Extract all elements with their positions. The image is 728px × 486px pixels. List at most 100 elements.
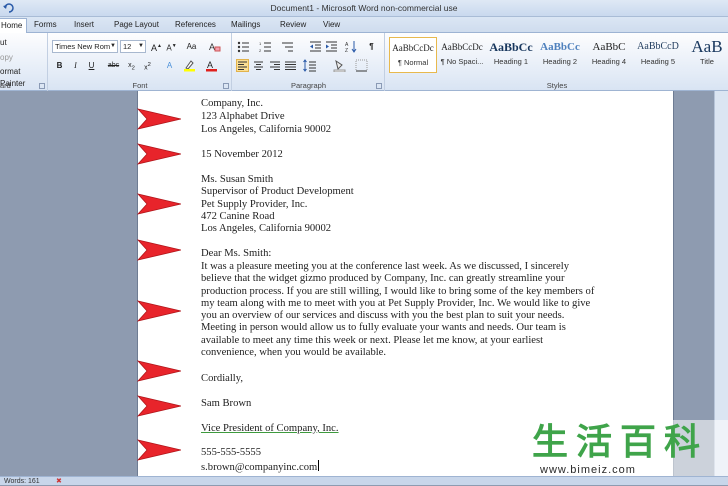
recipient-name: Ms. Susan Smith bbox=[201, 174, 274, 185]
shrink-font-icon[interactable]: A▼ bbox=[165, 40, 178, 53]
superscript-icon[interactable]: x2 bbox=[141, 59, 154, 72]
underline-icon[interactable]: U bbox=[85, 59, 98, 72]
clear-formatting-icon[interactable]: A bbox=[208, 40, 221, 53]
font-size-value: 12 bbox=[123, 42, 132, 51]
red-arrow-icon bbox=[137, 439, 181, 461]
font-name-value: Times New Rom bbox=[55, 42, 111, 51]
red-arrow-icon bbox=[137, 300, 181, 322]
highlight-icon[interactable] bbox=[183, 59, 196, 72]
clipboard-launcher-icon[interactable] bbox=[39, 83, 45, 89]
red-arrow-icon bbox=[137, 108, 181, 130]
body-line: believe that the widget gizmo produced b… bbox=[201, 273, 565, 284]
style-heading-2[interactable]: AaBbCc Heading 2 bbox=[536, 37, 584, 73]
tab-page-layout[interactable]: Page Layout bbox=[110, 18, 163, 33]
sender-city: Los Angeles, California 90002 bbox=[201, 124, 332, 135]
multilevel-list-icon[interactable] bbox=[281, 40, 294, 53]
copy-button[interactable]: opy bbox=[0, 52, 13, 64]
window-title: Document1 - Microsoft Word non-commercia… bbox=[270, 3, 458, 13]
bold-icon[interactable]: B bbox=[53, 59, 66, 72]
styles-label: Styles bbox=[546, 81, 568, 90]
paragraph-launcher-icon[interactable] bbox=[376, 83, 382, 89]
watermark: 生活百科 www.bimeiz.com bbox=[524, 420, 728, 480]
style-normal[interactable]: AaBbCcDc ¶ Normal bbox=[389, 37, 437, 73]
word-count[interactable]: Words: 161 bbox=[4, 478, 40, 485]
align-right-icon[interactable] bbox=[268, 59, 281, 72]
justify-icon[interactable] bbox=[284, 59, 297, 72]
body-line: you an overview of our services and disc… bbox=[201, 310, 565, 321]
svg-text:Z: Z bbox=[345, 48, 348, 53]
watermark-chars: 生活百科 bbox=[532, 421, 709, 462]
bullets-icon[interactable] bbox=[237, 40, 250, 53]
body-line: Meeting in person would allow us to full… bbox=[201, 322, 566, 333]
svg-text:A: A bbox=[207, 60, 213, 70]
signature-name: Sam Brown bbox=[201, 398, 252, 409]
style-heading-1[interactable]: AaBbCc Heading 1 bbox=[487, 37, 535, 73]
ribbon: ut opy ormat Painter ard Times New Rom ▼ … bbox=[0, 33, 728, 91]
style-heading-4[interactable]: AaBbC Heading 4 bbox=[585, 37, 633, 73]
change-case-icon[interactable]: Aa bbox=[185, 40, 198, 53]
status-bar: Words: 161 ✖ bbox=[0, 476, 728, 485]
tab-forms[interactable]: Forms bbox=[30, 18, 61, 33]
body-line: my team along with me to meet with you a… bbox=[201, 298, 591, 309]
font-color-icon[interactable]: A bbox=[205, 59, 218, 72]
cut-button[interactable]: ut bbox=[0, 37, 7, 49]
sort-icon[interactable]: AZ bbox=[345, 40, 358, 54]
show-paragraph-marks-icon[interactable]: ¶ bbox=[365, 40, 378, 53]
style-title[interactable]: AaB Title bbox=[683, 37, 728, 73]
tab-home[interactable]: Home bbox=[0, 18, 28, 33]
numbering-icon[interactable]: 12 bbox=[259, 40, 272, 53]
red-arrow-icon bbox=[137, 360, 181, 382]
text-effects-icon[interactable]: A bbox=[163, 59, 176, 72]
tab-insert[interactable]: Insert bbox=[70, 18, 98, 33]
align-left-icon[interactable] bbox=[236, 59, 249, 72]
decrease-indent-icon[interactable] bbox=[309, 40, 322, 53]
sender-company: Company, Inc. bbox=[201, 98, 263, 109]
paragraph-label: Paragraph bbox=[290, 81, 327, 90]
sender-street: 123 Alphabet Drive bbox=[201, 111, 285, 122]
borders-icon[interactable] bbox=[355, 59, 368, 72]
grow-font-icon[interactable]: A▲ bbox=[150, 40, 163, 53]
signature-email: s.brown@companyinc.com bbox=[201, 462, 318, 473]
font-launcher-icon[interactable] bbox=[223, 83, 229, 89]
svg-text:A: A bbox=[209, 42, 215, 52]
svg-text:2: 2 bbox=[259, 48, 262, 53]
strikethrough-icon[interactable]: abc bbox=[107, 59, 120, 72]
recipient-street: 472 Canine Road bbox=[201, 211, 275, 222]
title-bar: Document1 - Microsoft Word non-commercia… bbox=[0, 0, 728, 17]
salutation: Dear Ms. Smith: bbox=[201, 248, 272, 259]
font-size-combo[interactable]: 12 ▼ bbox=[120, 40, 146, 53]
tab-mailings[interactable]: Mailings bbox=[227, 18, 264, 33]
body-line: It was a pleasure meeting you at the con… bbox=[201, 261, 569, 272]
chevron-down-icon: ▼ bbox=[110, 43, 116, 49]
recipient-company: Pet Supply Provider, Inc. bbox=[201, 199, 308, 210]
red-arrow-icon bbox=[137, 193, 181, 215]
vertical-scrollbar[interactable] bbox=[714, 91, 728, 476]
clipboard-group: ut opy ormat Painter ard bbox=[0, 33, 48, 91]
subscript-icon[interactable]: x2 bbox=[125, 59, 138, 72]
shading-icon[interactable] bbox=[333, 59, 346, 73]
recipient-title: Supervisor of Product Development bbox=[201, 186, 354, 197]
font-name-combo[interactable]: Times New Rom ▼ bbox=[52, 40, 118, 53]
svg-text:1: 1 bbox=[259, 41, 262, 46]
recipient-city: Los Angeles, California 90002 bbox=[201, 223, 332, 234]
tab-references[interactable]: References bbox=[171, 18, 220, 33]
line-spacing-icon[interactable] bbox=[303, 59, 316, 72]
increase-indent-icon[interactable] bbox=[325, 40, 338, 53]
signature-phone: 555-555-5555 bbox=[201, 447, 262, 458]
ribbon-tabs: Home Forms Insert Page Layout References… bbox=[0, 17, 728, 33]
letter-date: 15 November 2012 bbox=[201, 149, 283, 160]
tab-review[interactable]: Review bbox=[276, 18, 310, 33]
font-group: Times New Rom ▼ 12 ▼ A▲ A▼ Aa A B I U abc … bbox=[49, 33, 232, 91]
style-no-spacing[interactable]: AaBbCcDc ¶ No Spaci... bbox=[438, 37, 486, 73]
tab-view[interactable]: View bbox=[319, 18, 344, 33]
signature-email-line: s.brown@companyinc.com bbox=[201, 460, 320, 475]
italic-icon[interactable]: I bbox=[69, 59, 82, 72]
red-arrow-icon bbox=[137, 143, 181, 165]
body-line: production process. If you are still wil… bbox=[201, 286, 595, 297]
watermark-url: www.bimeiz.com bbox=[540, 464, 636, 476]
red-arrow-icon bbox=[137, 395, 181, 417]
style-heading-5[interactable]: AaBbCcD Heading 5 bbox=[634, 37, 682, 73]
align-center-icon[interactable] bbox=[252, 59, 265, 72]
chevron-down-icon: ▼ bbox=[138, 43, 144, 49]
paragraph-group: 12 AZ ¶ Paragraph bbox=[233, 33, 385, 91]
